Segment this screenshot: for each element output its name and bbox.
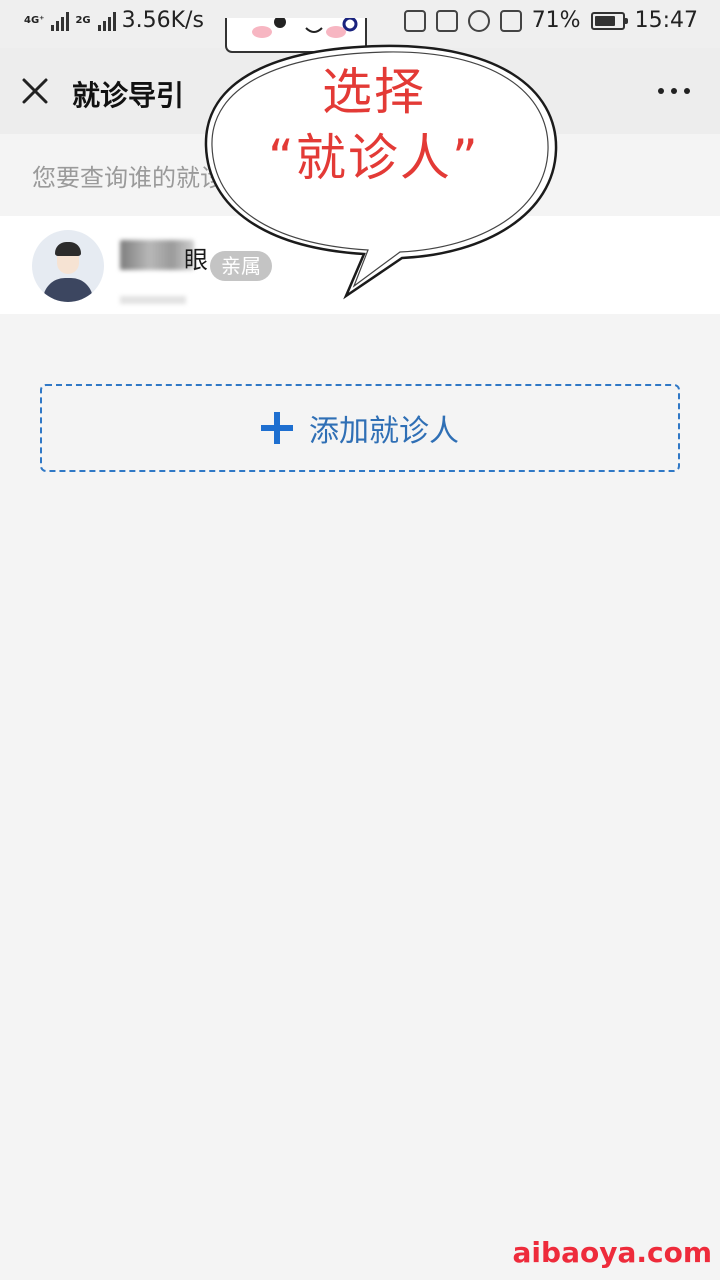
avatar <box>32 230 104 302</box>
close-icon[interactable] <box>20 76 50 106</box>
patient-name-redacted <box>120 240 194 270</box>
network-type-2: 2G <box>75 14 91 26</box>
battery-icon <box>590 11 628 30</box>
status-left: 4G⁺ 2G 3.56K/s <box>24 8 204 33</box>
network-speed: 3.56K/s <box>121 8 204 33</box>
plus-icon <box>261 412 293 444</box>
annotation-line-1: 选择 <box>322 63 426 121</box>
screen: 4G⁺ 2G 3.56K/s 71% 15:47 就诊导引 您要查询谁的就诊导引… <box>0 0 720 1280</box>
patient-sub-redacted <box>120 296 186 304</box>
network-type-1: 4G⁺ <box>24 14 45 26</box>
watermark: aibaoya.com <box>512 1236 712 1269</box>
add-patient-label: 添加就诊人 <box>309 414 459 449</box>
clock: 15:47 <box>634 8 698 33</box>
more-icon[interactable] <box>658 88 690 94</box>
page-title: 就诊导引 <box>72 79 185 112</box>
add-patient-button[interactable]: 添加就诊人 <box>40 384 680 472</box>
signal-icon-2 <box>97 11 116 31</box>
signal-icon <box>51 11 70 31</box>
annotation-line-2: “就诊人” <box>268 129 480 187</box>
